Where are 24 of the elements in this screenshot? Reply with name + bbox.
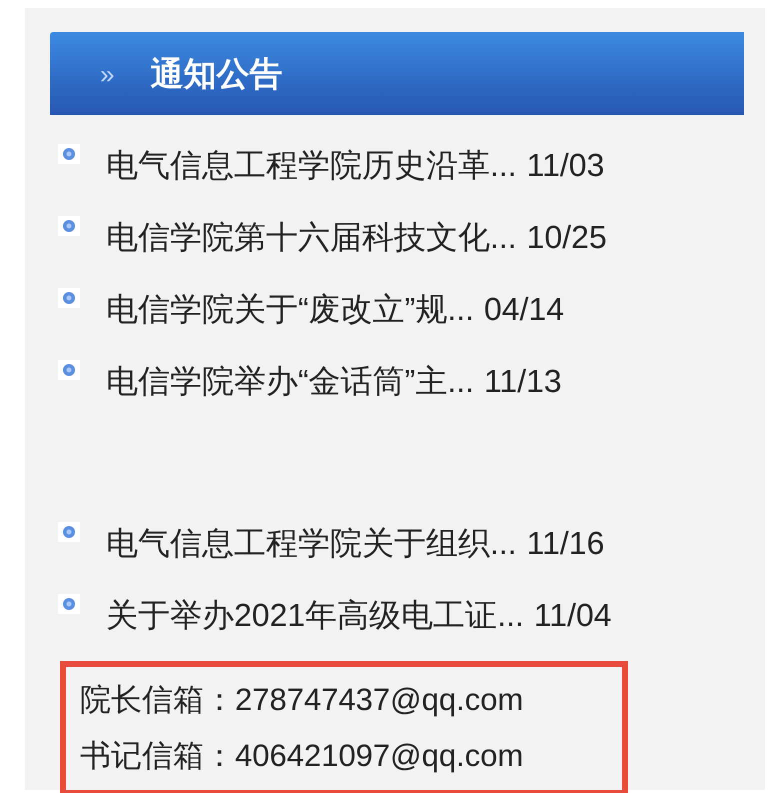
contact-label: 院长信箱：	[80, 681, 235, 719]
email-address: 406421097@qq.com	[235, 737, 524, 775]
notice-date: 10/25	[526, 218, 607, 257]
notice-link[interactable]: 电信学院举办“金话筒”主...	[106, 357, 474, 405]
bullet-icon	[58, 144, 80, 164]
bullet-icon	[58, 594, 80, 614]
email-address: 278747437@qq.com	[235, 681, 524, 719]
notice-link[interactable]: 电气信息工程学院关于组织...	[106, 519, 517, 567]
notice-date: 11/16	[526, 524, 604, 563]
contact-label: 书记信箱：	[80, 737, 235, 775]
notice-date: 11/13	[484, 362, 562, 401]
bullet-icon	[58, 216, 80, 236]
chevron-icon: »	[100, 60, 114, 86]
bullet-icon	[58, 288, 80, 308]
notice-date: 11/03	[526, 146, 604, 185]
section-title: 通知公告	[150, 54, 282, 94]
notice-link[interactable]: 电信学院关于“废改立”规...	[106, 285, 474, 333]
notice-date: 04/14	[484, 290, 564, 329]
notice-link[interactable]: 电气信息工程学院历史沿革...	[106, 141, 517, 189]
bullet-icon	[58, 522, 80, 542]
notice-link[interactable]: 关于举办2021年高级电工证...	[106, 591, 524, 639]
bullet-icon	[58, 360, 80, 380]
notice-date: 11/04	[534, 596, 612, 635]
notice-link[interactable]: 电信学院第十六届科技文化...	[106, 213, 517, 261]
